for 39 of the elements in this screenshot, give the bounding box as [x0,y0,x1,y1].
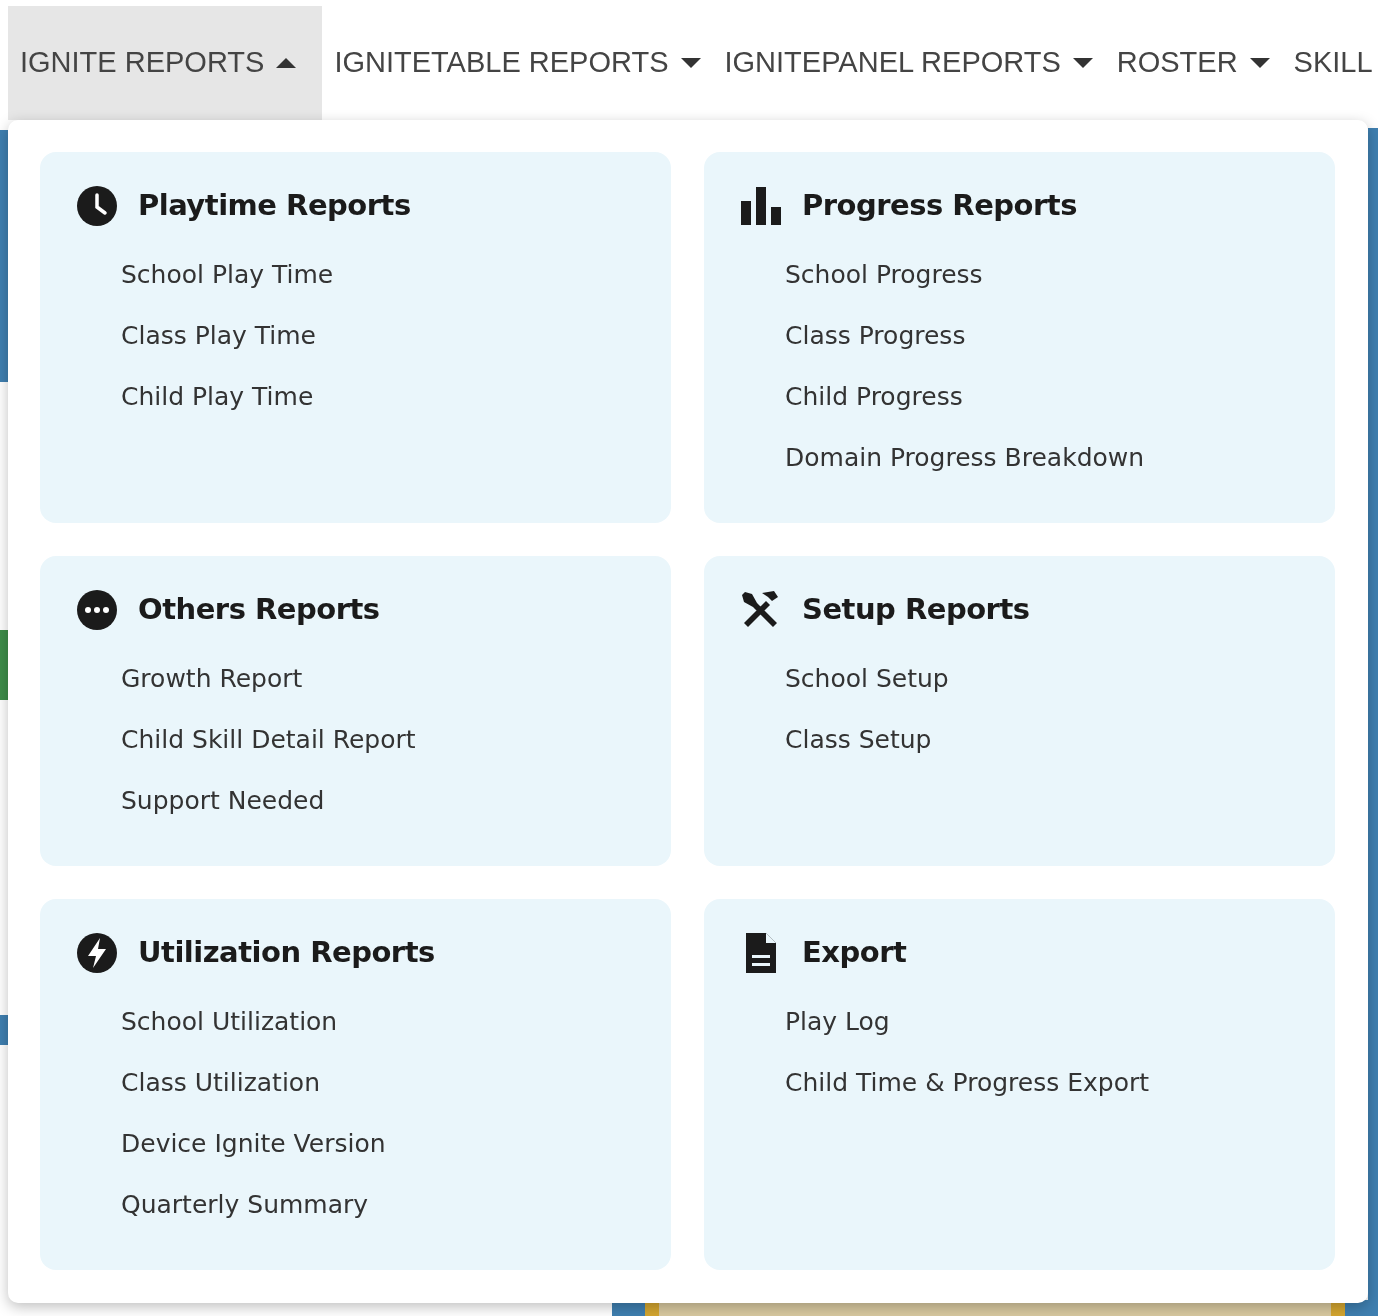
clock-icon [76,184,118,227]
section-title: Utilization Reports [138,934,435,971]
nav-tab[interactable]: SKILL [1281,6,1378,120]
caret-icon [1072,57,1093,69]
report-link[interactable]: Device Ignite Version [121,1112,386,1174]
caret-icon [276,57,297,69]
lightning-icon [76,931,118,974]
nav-tab[interactable]: IGNITETABLE REPORTS [322,6,713,120]
more-icon [76,588,118,631]
report-link[interactable]: Quarterly Summary [121,1173,369,1235]
caret-icon [1249,57,1270,69]
section-title: Others Reports [138,591,380,628]
page-background-block [0,1015,8,1045]
bar-chart-icon [740,184,782,227]
nav-tab[interactable]: IGNITEPANEL REPORTS [712,6,1105,120]
report-link[interactable]: Child Play Time [121,365,314,427]
report-link[interactable]: School Setup [785,647,949,709]
report-link[interactable]: Class Utilization [121,1051,320,1113]
section-title: Playtime Reports [138,187,411,224]
page-background-block [0,630,8,700]
nav-tab[interactable]: IGNITE REPORTS [8,6,323,120]
section-title: Setup Reports [802,591,1030,628]
caret-icon [680,57,701,69]
report-link[interactable]: Child Time & Progress Export [785,1051,1150,1113]
report-link[interactable]: School Progress [785,243,983,305]
report-link[interactable]: Class Play Time [121,304,316,366]
report-link[interactable]: School Play Time [121,243,334,305]
section-title: Export [802,934,907,971]
report-link[interactable]: Play Log [785,990,890,1052]
report-link[interactable]: Child Progress [785,365,963,427]
report-link[interactable]: Class Progress [785,304,966,366]
report-link[interactable]: Support Needed [121,769,325,831]
report-link[interactable]: School Utilization [121,990,338,1052]
nav-tab[interactable]: ROSTER [1104,6,1282,120]
report-link[interactable]: Growth Report [121,647,303,709]
report-link[interactable]: Child Skill Detail Report [121,708,416,770]
section-title: Progress Reports [802,187,1077,224]
report-link[interactable]: Class Setup [785,708,932,770]
report-link[interactable]: Domain Progress Breakdown [785,426,1145,488]
